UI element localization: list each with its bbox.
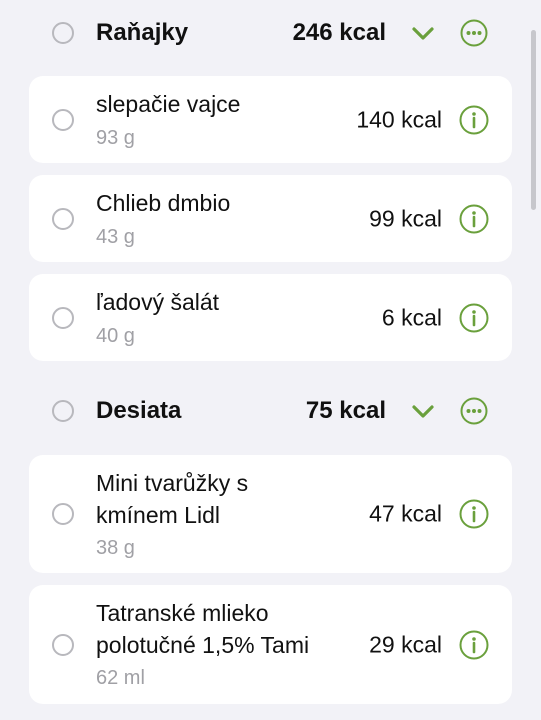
- info-circle-icon[interactable]: [459, 303, 489, 333]
- select-item-radio[interactable]: [52, 633, 74, 656]
- food-item[interactable]: Mini tvarůžky s kmínem Lidl 38 g 47 kcal: [29, 455, 512, 573]
- food-kcal: 29 kcal: [369, 631, 442, 657]
- ellipsis-circle-icon[interactable]: [460, 19, 488, 47]
- meal-kcal: 246 kcal: [292, 19, 386, 46]
- food-kcal: 99 kcal: [369, 205, 442, 231]
- food-kcal: 6 kcal: [381, 304, 442, 330]
- info-circle-icon[interactable]: [459, 204, 489, 234]
- select-item-radio[interactable]: [52, 207, 74, 230]
- info-circle-icon[interactable]: [459, 630, 489, 660]
- chevron-down-icon[interactable]: [410, 22, 436, 44]
- food-diary-screen: Raňajky 246 kcal slepačie vajce 93 g 140…: [0, 0, 541, 720]
- meal-header-snack[interactable]: Desiata 75 kcal: [0, 381, 541, 441]
- food-name: Chlieb dmbio: [96, 190, 231, 216]
- meal-name: Raňajky: [96, 19, 189, 46]
- food-amount: 62 ml: [96, 667, 145, 689]
- food-amount: 38 g: [96, 537, 135, 559]
- food-name: ľadový šalát: [96, 289, 220, 315]
- food-amount: 93 g: [96, 127, 135, 149]
- select-item-radio[interactable]: [52, 503, 74, 525]
- food-name: Tatranské mlieko polotučné 1,5% Tami: [96, 600, 310, 658]
- info-circle-icon[interactable]: [459, 499, 489, 529]
- meal-header-breakfast[interactable]: Raňajky 246 kcal: [0, 3, 541, 63]
- chevron-down-icon[interactable]: [410, 400, 436, 422]
- food-kcal: 140 kcal: [356, 106, 442, 132]
- food-item[interactable]: ľadový šalát 40 g 6 kcal: [29, 274, 512, 361]
- select-meal-radio[interactable]: [52, 400, 74, 422]
- select-item-radio[interactable]: [52, 306, 74, 329]
- food-item[interactable]: slepačie vajce 93 g 140 kcal: [29, 76, 512, 163]
- food-name: slepačie vajce: [96, 91, 241, 117]
- food-amount: 40 g: [96, 325, 135, 347]
- meal-name: Desiata: [96, 397, 182, 424]
- food-amount: 43 g: [96, 226, 135, 248]
- meal-kcal: 75 kcal: [305, 397, 386, 424]
- select-meal-radio[interactable]: [52, 22, 74, 44]
- food-item[interactable]: Tatranské mlieko polotučné 1,5% Tami 62 …: [29, 585, 512, 704]
- info-circle-icon[interactable]: [459, 105, 489, 135]
- food-name: Mini tvarůžky s kmínem Lidl: [96, 470, 249, 528]
- food-kcal: 47 kcal: [369, 500, 442, 527]
- food-item[interactable]: Chlieb dmbio 43 g 99 kcal: [29, 175, 512, 262]
- select-item-radio[interactable]: [52, 108, 74, 131]
- ellipsis-circle-icon[interactable]: [460, 397, 488, 425]
